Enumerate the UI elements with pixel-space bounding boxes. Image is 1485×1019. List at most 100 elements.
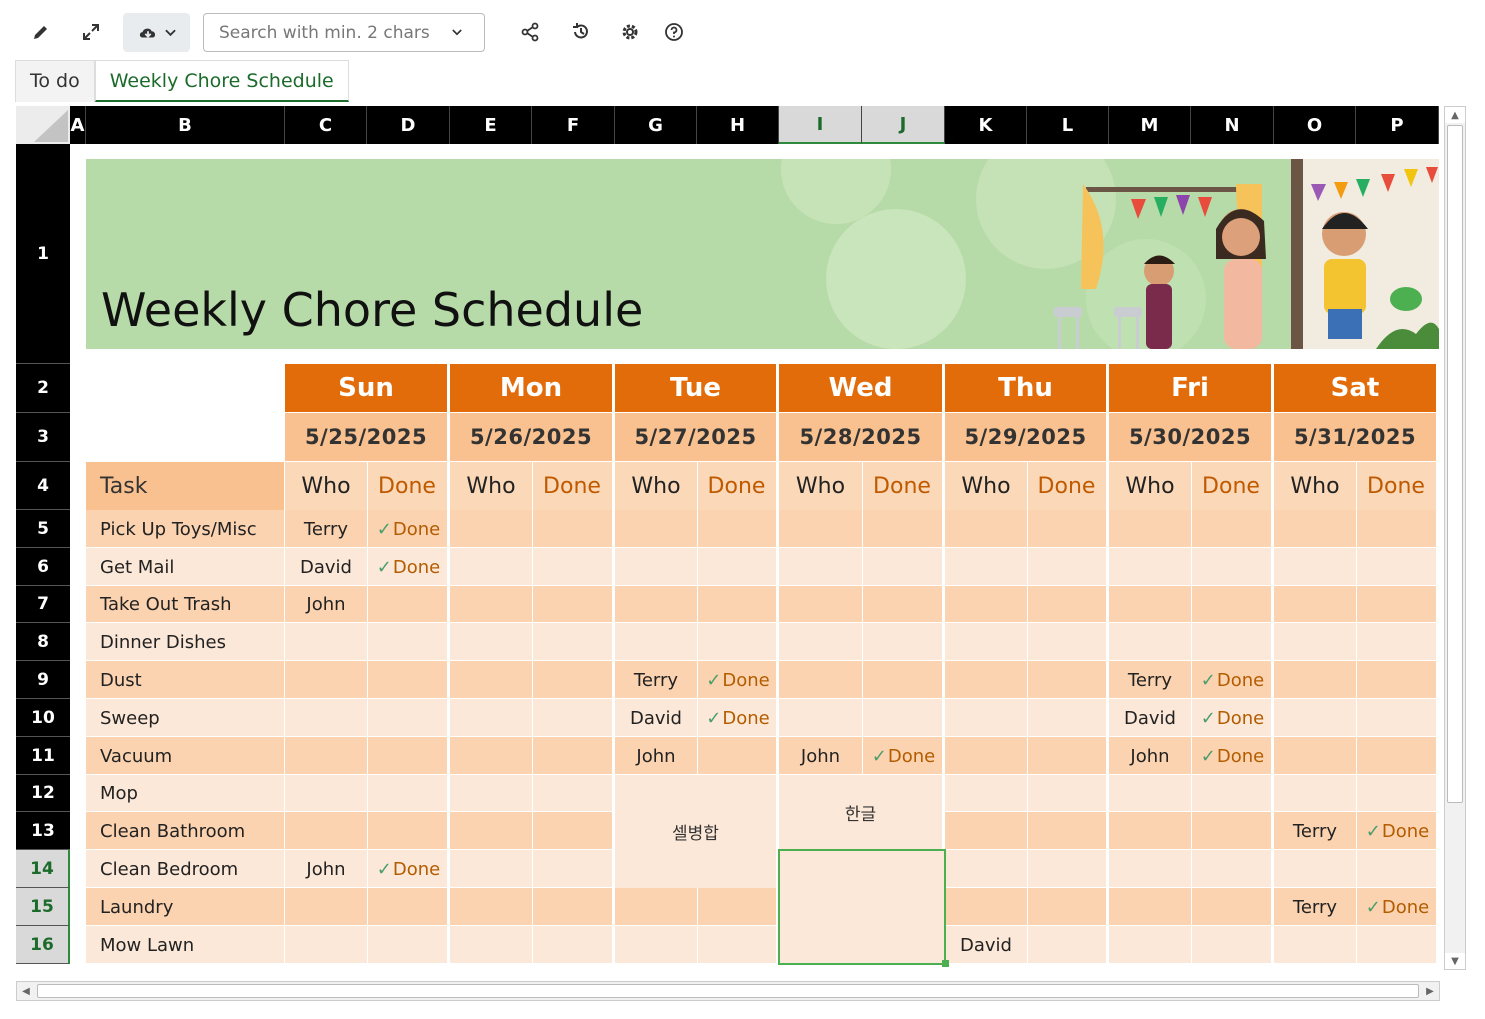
- who-cell[interactable]: [450, 548, 532, 586]
- row-header-1[interactable]: 1: [16, 144, 70, 364]
- who-cell[interactable]: [285, 926, 367, 964]
- expand-icon[interactable]: [77, 18, 105, 46]
- who-cell[interactable]: [1109, 586, 1191, 623]
- who-cell[interactable]: [450, 888, 532, 926]
- done-cell[interactable]: [532, 812, 615, 850]
- who-cell[interactable]: [450, 775, 532, 812]
- done-cell[interactable]: ✓ Done: [1356, 888, 1439, 926]
- done-cell[interactable]: [1191, 926, 1274, 964]
- who-cell[interactable]: [779, 586, 862, 623]
- who-cell[interactable]: Terry: [1274, 812, 1356, 850]
- who-cell[interactable]: [615, 926, 697, 964]
- done-cell[interactable]: [1027, 586, 1109, 623]
- who-cell[interactable]: [285, 737, 367, 775]
- scroll-right-arrow-icon[interactable]: ▶: [1422, 983, 1438, 999]
- column-header-e[interactable]: E: [450, 106, 532, 144]
- done-cell[interactable]: [1191, 510, 1274, 548]
- who-cell[interactable]: [945, 737, 1027, 775]
- who-cell[interactable]: [1274, 926, 1356, 964]
- share-icon[interactable]: [516, 18, 544, 46]
- column-header-h[interactable]: H: [697, 106, 779, 144]
- task-label[interactable]: Dinner Dishes: [100, 623, 226, 661]
- done-cell[interactable]: [862, 548, 945, 586]
- done-cell[interactable]: [862, 623, 945, 661]
- who-cell[interactable]: [945, 775, 1027, 812]
- who-cell[interactable]: [285, 812, 367, 850]
- who-cell[interactable]: [945, 661, 1027, 699]
- done-cell[interactable]: [697, 623, 779, 661]
- who-cell[interactable]: [615, 888, 697, 926]
- who-cell[interactable]: [1274, 775, 1356, 812]
- who-cell[interactable]: [945, 510, 1027, 548]
- who-cell[interactable]: [450, 510, 532, 548]
- who-cell[interactable]: [450, 850, 532, 888]
- done-cell[interactable]: [1191, 888, 1274, 926]
- column-header-i[interactable]: I: [779, 106, 862, 144]
- done-cell[interactable]: [862, 510, 945, 548]
- done-cell[interactable]: [367, 623, 450, 661]
- column-header-k[interactable]: K: [945, 106, 1027, 144]
- done-cell[interactable]: [1191, 623, 1274, 661]
- row-header-2[interactable]: 2: [16, 364, 70, 413]
- done-cell[interactable]: [1356, 737, 1439, 775]
- row-header-10[interactable]: 10: [16, 699, 70, 737]
- who-cell[interactable]: [615, 623, 697, 661]
- who-cell[interactable]: [285, 775, 367, 812]
- row-header-3[interactable]: 3: [16, 413, 70, 462]
- who-cell[interactable]: John: [779, 737, 862, 775]
- done-cell[interactable]: ✓ Done: [1191, 661, 1274, 699]
- who-cell[interactable]: [1109, 812, 1191, 850]
- who-cell[interactable]: [285, 623, 367, 661]
- done-cell[interactable]: ✓ Done: [862, 737, 945, 775]
- done-cell[interactable]: [1191, 812, 1274, 850]
- row-header-15[interactable]: 15: [16, 888, 70, 926]
- who-cell[interactable]: [1109, 510, 1191, 548]
- done-cell[interactable]: [532, 623, 615, 661]
- done-cell[interactable]: [532, 548, 615, 586]
- who-cell[interactable]: [285, 661, 367, 699]
- who-cell[interactable]: John: [1109, 737, 1191, 775]
- done-cell[interactable]: [1356, 775, 1439, 812]
- done-cell[interactable]: [532, 850, 615, 888]
- who-cell[interactable]: [615, 510, 697, 548]
- who-cell[interactable]: [1109, 548, 1191, 586]
- done-cell[interactable]: ✓ Done: [697, 661, 779, 699]
- done-cell[interactable]: ✓ Done: [697, 699, 779, 737]
- column-header-p[interactable]: P: [1356, 106, 1439, 144]
- who-cell[interactable]: [450, 812, 532, 850]
- task-label[interactable]: Clean Bedroom: [100, 850, 238, 888]
- who-cell[interactable]: [1109, 888, 1191, 926]
- who-cell[interactable]: [450, 661, 532, 699]
- column-header-l[interactable]: L: [1027, 106, 1109, 144]
- done-cell[interactable]: [532, 586, 615, 623]
- select-all-corner[interactable]: [16, 106, 70, 144]
- done-cell[interactable]: [1027, 850, 1109, 888]
- who-cell[interactable]: Terry: [1109, 661, 1191, 699]
- task-label[interactable]: Mop: [100, 775, 138, 812]
- who-cell[interactable]: [450, 737, 532, 775]
- who-cell[interactable]: John: [615, 737, 697, 775]
- who-cell[interactable]: [945, 699, 1027, 737]
- done-cell[interactable]: [367, 699, 450, 737]
- column-header-m[interactable]: M: [1109, 106, 1191, 144]
- vertical-scrollbar[interactable]: ▲ ▼: [1444, 106, 1466, 970]
- edit-pencil-icon[interactable]: [27, 18, 55, 46]
- done-cell[interactable]: [532, 510, 615, 548]
- done-cell[interactable]: [697, 888, 779, 926]
- done-cell[interactable]: [1356, 661, 1439, 699]
- column-header-d[interactable]: D: [367, 106, 450, 144]
- done-cell[interactable]: [532, 699, 615, 737]
- done-cell[interactable]: ✓ Done: [367, 510, 450, 548]
- done-cell[interactable]: ✓ Done: [367, 548, 450, 586]
- who-cell[interactable]: David: [615, 699, 697, 737]
- who-cell[interactable]: [1109, 623, 1191, 661]
- done-cell[interactable]: [1191, 850, 1274, 888]
- done-cell[interactable]: [532, 775, 615, 812]
- search-select[interactable]: [203, 13, 485, 52]
- horizontal-scrollbar[interactable]: ◀ ▶: [16, 981, 1440, 1001]
- column-header-f[interactable]: F: [532, 106, 615, 144]
- done-cell[interactable]: [367, 737, 450, 775]
- column-header-c[interactable]: C: [285, 106, 367, 144]
- done-cell[interactable]: [1027, 661, 1109, 699]
- who-cell[interactable]: John: [285, 586, 367, 623]
